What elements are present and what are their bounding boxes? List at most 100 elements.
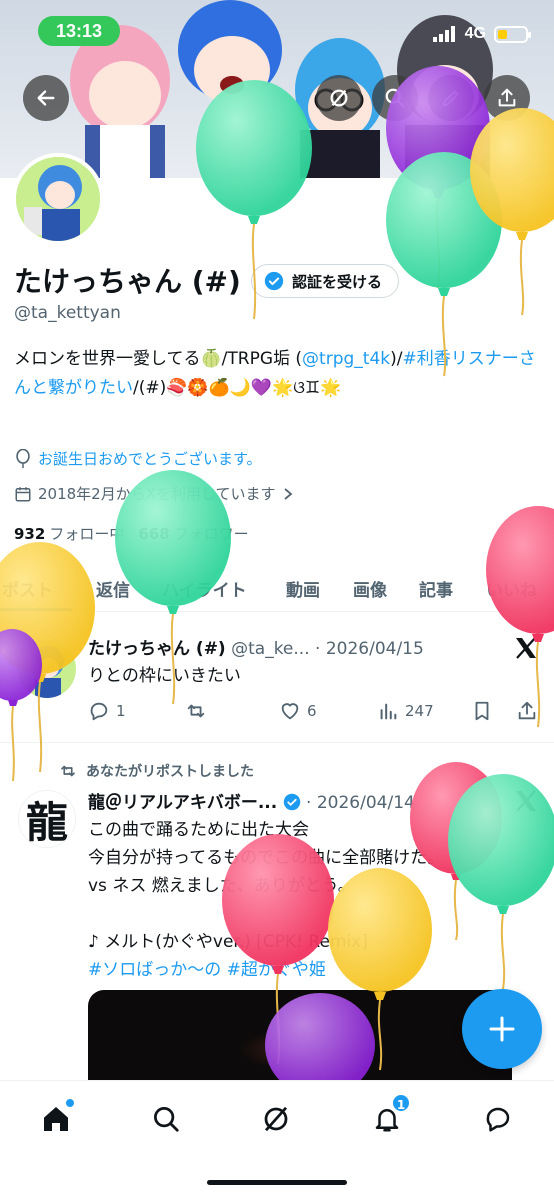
nav-search[interactable]: [146, 1099, 186, 1139]
status-time: 13:13: [38, 16, 120, 46]
profile-bio: メロンを世界一愛してる🍈/TRPG垢 (@trpg_t4k)/#利香リスナーさん…: [14, 345, 542, 403]
profile-name: たけっちゃん (#): [14, 265, 241, 298]
tweet-line: vs ネス 燃えました、ありがとう。: [88, 876, 355, 896]
birthday-text: お誕生日おめでとうございます。: [38, 450, 262, 468]
x-logo-icon[interactable]: [514, 637, 538, 659]
plus-icon: [489, 1016, 515, 1042]
tweet-author-name[interactable]: 龍＠リアルアキバボー...: [88, 793, 277, 813]
share-button[interactable]: [484, 75, 530, 121]
battery-icon: [494, 25, 531, 43]
notification-badge: 1: [391, 1093, 411, 1113]
birthday-row[interactable]: お誕生日おめでとうございます。: [14, 448, 262, 469]
view-count: 247: [405, 702, 434, 720]
share-tweet-button[interactable]: [516, 700, 538, 722]
signal-icon: [432, 26, 455, 42]
nav-messages[interactable]: [478, 1099, 518, 1139]
tweet-line: この曲で踊るために出た大会: [88, 820, 309, 840]
verified-badge-icon: [283, 793, 300, 811]
home-indicator: [207, 1180, 347, 1185]
tweet-date[interactable]: · 2026/04/15: [315, 639, 424, 659]
back-button[interactable]: [23, 75, 69, 121]
tweet-author-handle[interactable]: @ta_ke...: [231, 639, 310, 659]
followers-link[interactable]: 668 フォロワー: [138, 523, 248, 544]
reply-button[interactable]: 1: [88, 700, 126, 722]
x-logo-icon[interactable]: [514, 790, 538, 812]
tab-replies[interactable]: 返信: [96, 576, 130, 601]
tab-highlights[interactable]: ハイライト: [162, 576, 247, 601]
chevron-right-icon: [283, 487, 292, 500]
bookmark-button[interactable]: [472, 700, 492, 722]
profile-handle: @ta_kettyan: [14, 303, 121, 323]
bio-text: )/: [390, 349, 403, 369]
avatar-illustration: [16, 157, 100, 241]
tweet-date[interactable]: · 2026/04/14: [306, 793, 415, 813]
search-icon: [154, 1107, 179, 1132]
repost-icon: [187, 704, 205, 718]
tweet-body: この曲で踊るために出た大会 今自分が持ってるものでこの曲に全部賭けた。 vs ネ…: [88, 816, 538, 984]
repost-button[interactable]: [184, 700, 208, 722]
followers-count: 668: [138, 525, 170, 543]
analytics-icon: [380, 703, 397, 720]
bookmark-icon: [475, 701, 489, 721]
following-link[interactable]: 932 フォロー中: [14, 523, 124, 544]
profile-avatar[interactable]: [12, 153, 104, 245]
repost-icon: [61, 765, 75, 777]
followers-label: フォロワー: [173, 525, 249, 543]
profile-tabs: ポスト 返信 ハイライト 動画 画像 記事 いいね: [0, 568, 554, 612]
home-icon: [44, 1107, 68, 1131]
views-button[interactable]: 247: [377, 700, 434, 722]
grok-icon: [330, 89, 348, 107]
follow-stats: 932 フォロー中 668 フォロワー: [14, 523, 249, 544]
search-profile-button[interactable]: [372, 75, 418, 121]
get-verified-button[interactable]: 認証を受ける: [251, 264, 400, 298]
balloon-icon: [16, 448, 30, 468]
reply-count: 1: [116, 702, 126, 720]
reply-icon: [90, 702, 108, 721]
joined-row[interactable]: 2018年2月からXを利用しています: [14, 483, 294, 504]
network-label: 4G: [464, 25, 486, 42]
search-icon: [385, 88, 405, 108]
home-new-dot: [66, 1099, 74, 1107]
bio-mention-link[interactable]: @trpg_t4k: [302, 349, 390, 369]
following-label: フォロー中: [49, 525, 125, 543]
compose-button[interactable]: [462, 989, 542, 1069]
tweet-media[interactable]: [88, 990, 512, 1080]
tab-images[interactable]: 画像: [353, 576, 387, 601]
heart-icon: [281, 703, 299, 720]
avatar-illustration: [32, 646, 64, 698]
pencil-icon: [442, 90, 459, 107]
tweet-line: 今自分が持ってるものでこの曲に全部賭けた。: [88, 848, 445, 868]
tweet-avatar[interactable]: [18, 640, 76, 698]
tab-articles[interactable]: 記事: [419, 576, 453, 601]
grok-button[interactable]: [316, 75, 362, 121]
repost-label: あなたがリポストしました: [86, 764, 254, 780]
tweet-author-name[interactable]: たけっちゃん (#): [88, 639, 226, 659]
nav-grok[interactable]: [256, 1099, 296, 1139]
joined-text: 2018年2月からXを利用しています: [38, 485, 276, 503]
balloon: [386, 152, 502, 377]
nav-home[interactable]: [36, 1099, 76, 1139]
tweet-avatar[interactable]: 龍: [18, 790, 76, 848]
like-button[interactable]: 6: [279, 700, 317, 722]
following-count: 932: [14, 525, 46, 543]
back-arrow-icon: [37, 90, 55, 106]
tab-likes[interactable]: いいね: [486, 576, 537, 601]
repost-indicator: あなたがリポストしました: [58, 761, 254, 781]
verified-badge-icon: [264, 271, 284, 291]
edit-button[interactable]: [428, 75, 474, 121]
tweet-hashtags[interactable]: #ソロばっか～の #超かぐや姫: [88, 956, 538, 984]
nav-notifications[interactable]: 1: [367, 1093, 411, 1139]
like-count: 6: [307, 702, 317, 720]
tab-videos[interactable]: 動画: [286, 576, 320, 601]
tweet-divider: [0, 742, 554, 743]
tweet-text: りとの枠にいきたい: [88, 666, 241, 686]
tweet-header: たけっちゃん (#) @ta_ke... · 2026/04/15: [88, 634, 424, 659]
calendar-icon: [15, 486, 31, 501]
balloon: [486, 506, 554, 728]
get-verified-label: 認証を受ける: [292, 272, 383, 291]
tab-posts[interactable]: ポスト: [2, 576, 53, 601]
share-icon: [518, 701, 536, 720]
tweet-line: ♪ メルト(かぐやver.) [CPK! Remix]: [88, 932, 368, 952]
status-indicators: 4G: [432, 22, 531, 46]
